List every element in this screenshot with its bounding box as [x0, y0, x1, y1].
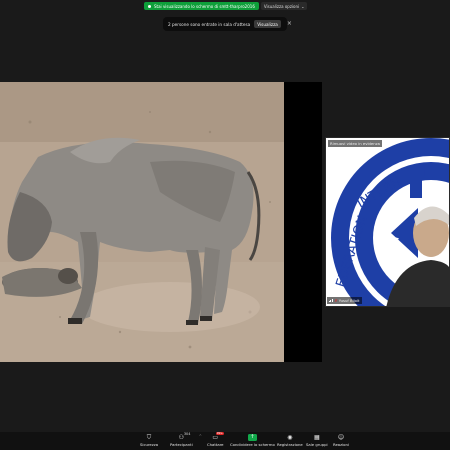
seal-lettering: EDERATION INTERN SCI F	[334, 160, 432, 290]
share-screen-label: Condividere lo schermo	[230, 442, 275, 447]
participant-name: Yusuf Bilolt	[338, 298, 360, 303]
participants-button[interactable]: ⚇ 304 ^ Partecipanti	[170, 432, 202, 447]
view-options-button[interactable]: Visualizza opzioni ⌄	[260, 2, 308, 10]
breakout-rooms-label: Sale gruppi	[306, 442, 328, 447]
remove-spotlight-label[interactable]: Rimuovi video in evidenza	[328, 140, 382, 147]
screen-share-banner: Stai visualizzando lo schermo di smtt-th…	[144, 2, 308, 10]
reactions-icon: ☺	[337, 433, 345, 441]
participant-video-tile[interactable]: EDERATION INTERN SCI F Rimuovi video in …	[325, 137, 450, 307]
close-icon[interactable]: ×	[287, 21, 292, 27]
seal-text-1: EDERATION	[334, 214, 371, 290]
record-icon: ◉	[287, 433, 293, 441]
meeting-toolbar	[0, 432, 450, 450]
shared-video-frame	[0, 82, 322, 362]
breakout-rooms-button[interactable]: ▦ Sale gruppi	[306, 434, 328, 447]
shared-screen-video	[0, 82, 322, 362]
muted-mic-icon: ✗	[334, 298, 338, 303]
security-button[interactable]: ⛉ Sicurezza	[140, 434, 158, 447]
participants-label: Partecipanti	[170, 442, 193, 447]
share-status-pill: Stai visualizzando lo schermo di smtt-th…	[144, 2, 259, 10]
reactions-label: Reazioni	[333, 442, 349, 447]
participants-count: 304	[183, 432, 191, 436]
chat-unread-badge: 99+	[215, 431, 225, 435]
share-screen-icon: ↑	[247, 434, 257, 441]
meeting-window: Stai visualizzando lo schermo di smtt-th…	[0, 0, 450, 450]
chevron-down-icon: ⌄	[301, 3, 305, 9]
reactions-button[interactable]: ☺ Reazioni	[333, 434, 349, 447]
signal-strength-icon	[329, 299, 333, 302]
share-screen-button[interactable]: ↑ Condividere lo schermo	[230, 434, 275, 447]
participant-name-tag: ✗ Yusuf Bilolt	[327, 297, 362, 304]
security-label: Sicurezza	[140, 442, 159, 447]
chat-label: Chattare	[207, 442, 224, 447]
seal-text-3: SCI	[383, 234, 402, 257]
chevron-up-icon[interactable]: ^	[199, 434, 202, 439]
share-status-icon	[148, 4, 151, 8]
seal-text-4: F	[421, 160, 431, 181]
share-status-text: Stai visualizzando lo schermo di smtt-th…	[154, 3, 255, 9]
record-label: Registrazione	[277, 442, 303, 447]
waiting-room-notification: 2 persone sono entrate in sala d'attesa …	[163, 17, 292, 31]
seal-text-2: INTERN	[355, 174, 404, 211]
view-waiting-room-button[interactable]: Visualizza	[254, 20, 281, 28]
chat-button[interactable]: ▭ 99+ Chattare	[207, 431, 225, 447]
waiting-room-message: 2 persone sono entrate in sala d'attesa	[168, 21, 251, 27]
view-options-label: Visualizza opzioni	[263, 3, 300, 9]
breakout-rooms-icon: ▦	[313, 433, 320, 441]
shield-icon: ⛉	[146, 433, 152, 441]
chat-icon: ▭ 99+	[212, 431, 225, 441]
participants-icon: ⚇ 304 ^	[178, 432, 202, 441]
record-button[interactable]: ◉ Registrazione	[277, 434, 303, 447]
